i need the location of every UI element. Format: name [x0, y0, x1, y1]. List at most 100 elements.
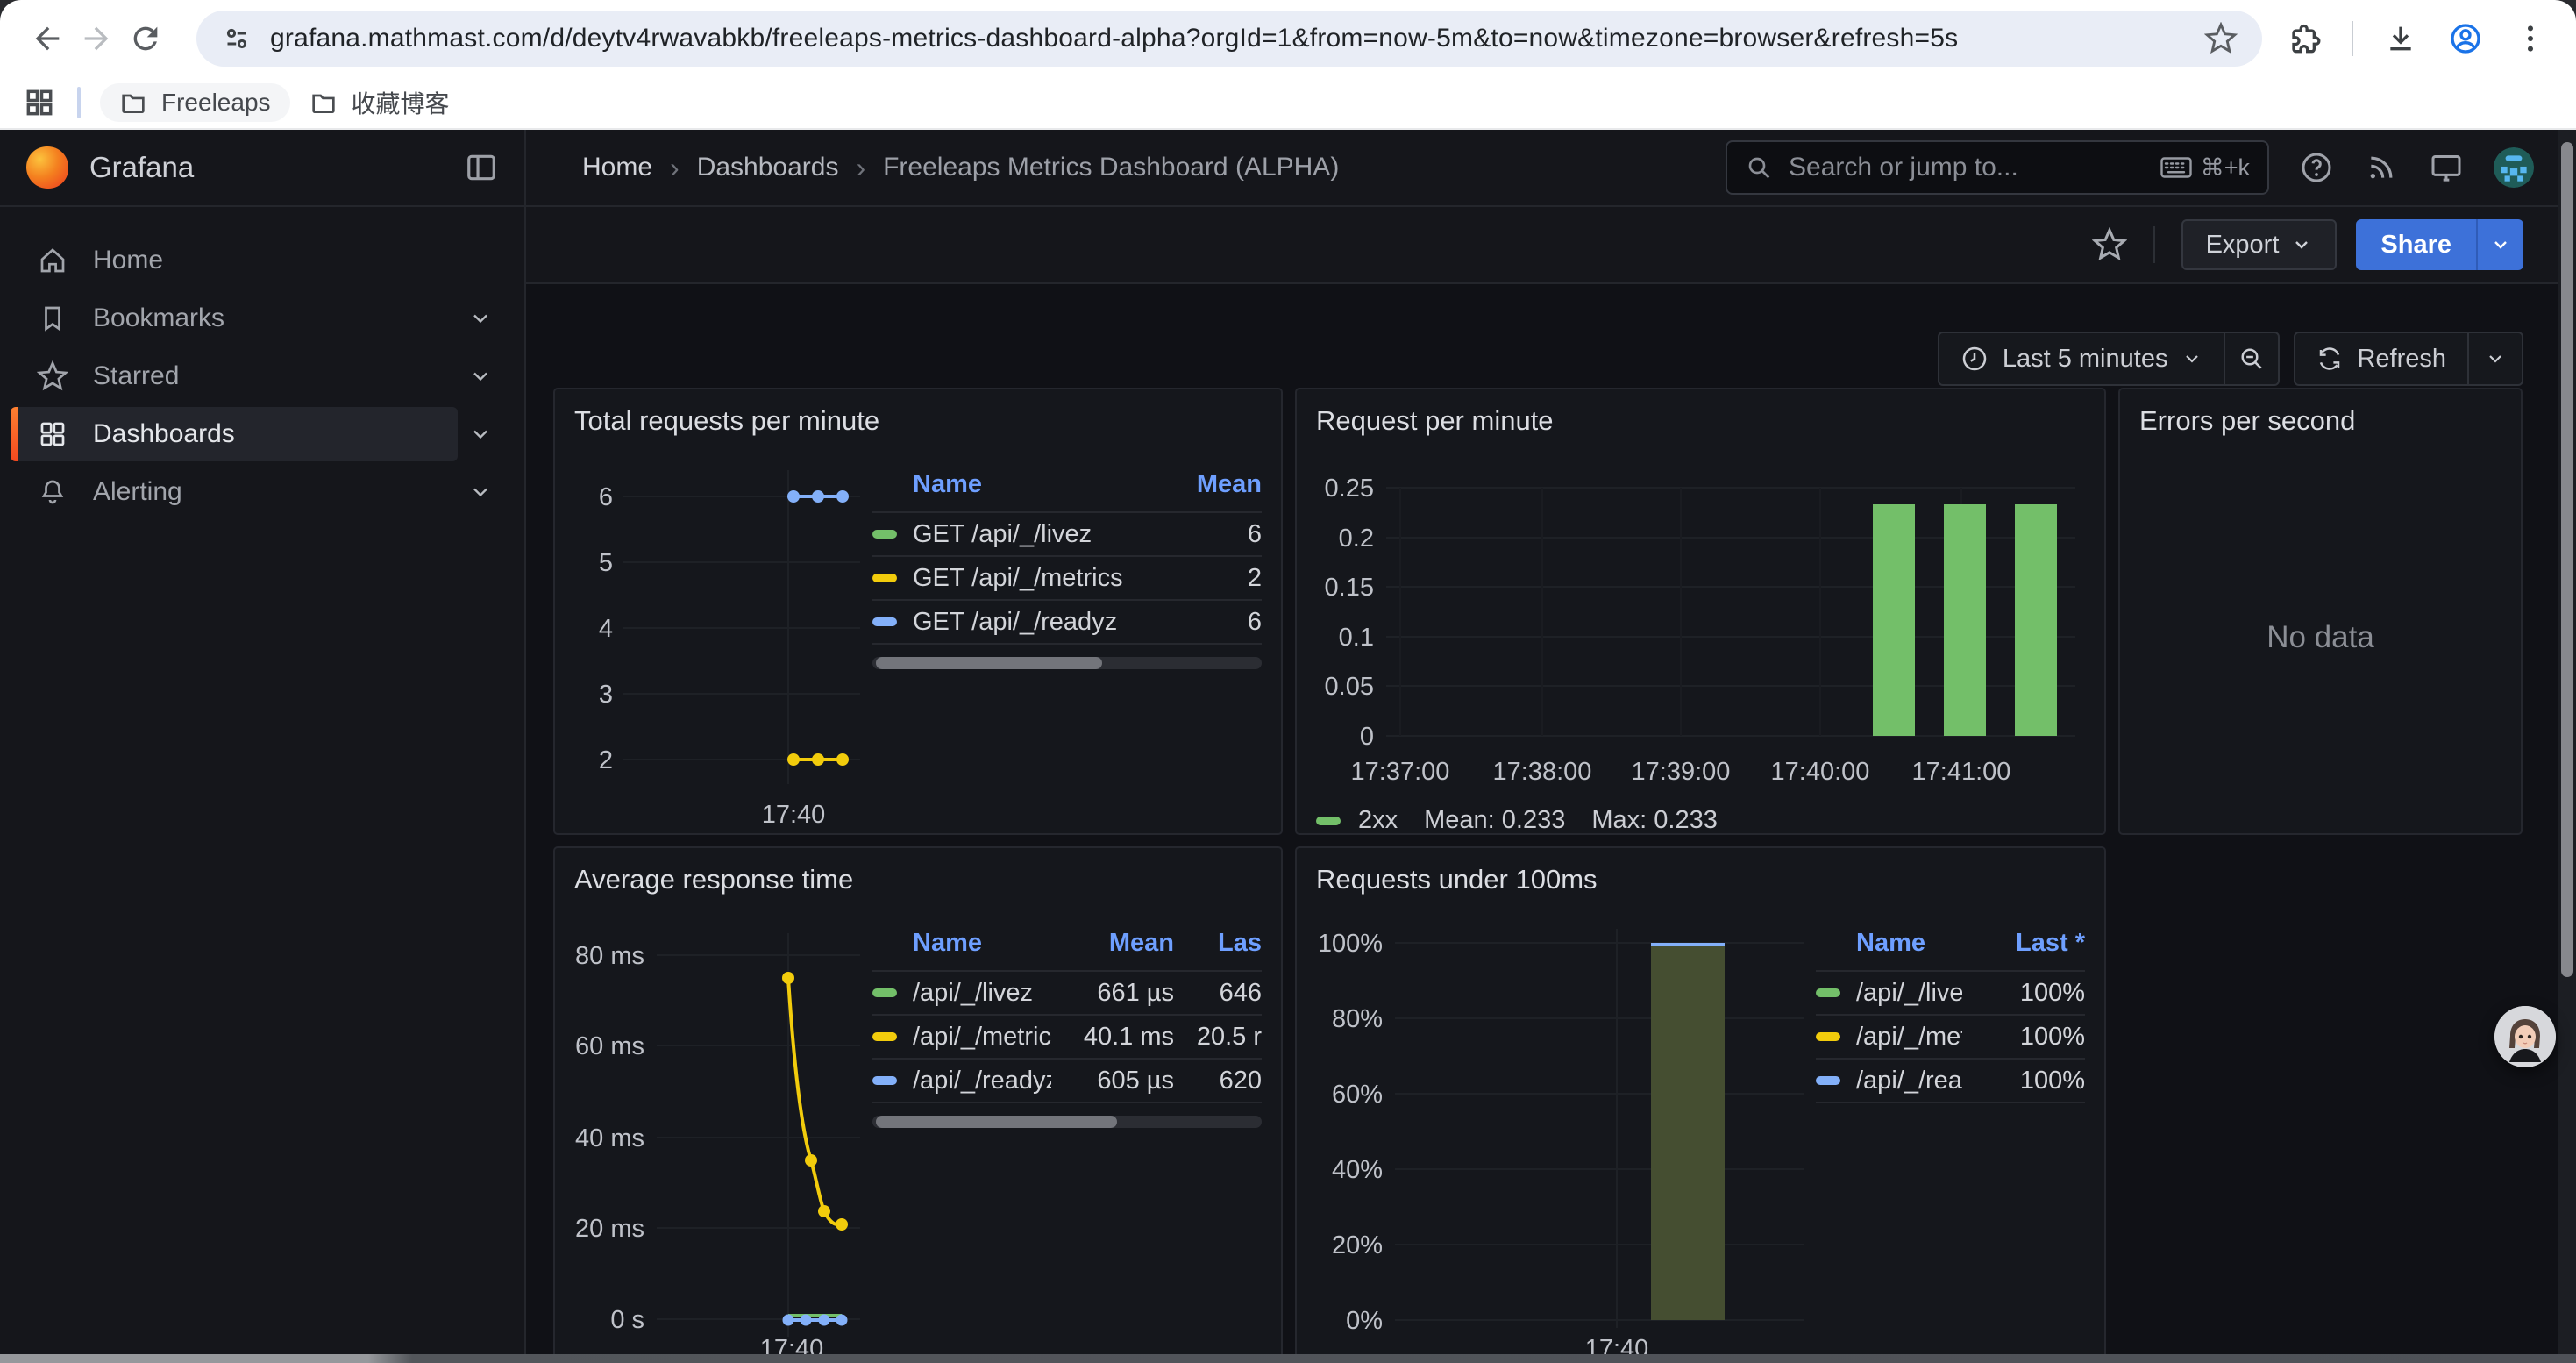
series-color-swatch[interactable] — [1816, 1032, 1840, 1041]
series-color-swatch[interactable] — [872, 574, 897, 582]
series-last: 20.5 r — [1174, 1023, 1262, 1052]
time-range-picker[interactable]: Last 5 minutes — [1939, 333, 2224, 384]
series-color-swatch[interactable] — [872, 617, 897, 626]
legend-header-last[interactable]: Las — [1174, 929, 1262, 958]
panel-title[interactable]: Errors per second — [2139, 405, 2501, 437]
avg-response-time-chart: 80 ms 60 ms 40 ms 20 ms 0 s — [574, 903, 864, 1363]
y-tick: 3 — [599, 681, 613, 709]
share-dropdown-button[interactable] — [2476, 219, 2523, 270]
address-bar[interactable]: grafana.mathmast.com/d/deytv4rwavabkb/fr… — [196, 11, 2262, 67]
legend-header-name[interactable]: Name — [913, 470, 1139, 499]
legend-scrollbar-thumb[interactable] — [876, 657, 1102, 669]
legend-header-mean[interactable]: Mean — [1051, 929, 1174, 958]
panel-errors-per-second[interactable]: Errors per second No data — [2118, 388, 2523, 835]
legend-row[interactable]: /api/_/readyz 605 µs 620 — [872, 1058, 1262, 1102]
total-requests-chart: 6 5 4 3 2 — [574, 444, 864, 834]
legend-row[interactable]: /api/_/livez 661 µs 646 — [872, 970, 1262, 1014]
sidebar-toggle-button[interactable] — [465, 151, 498, 184]
series-color-swatch[interactable] — [872, 988, 897, 997]
chevron-down-icon — [2485, 348, 2506, 369]
help-button[interactable] — [2299, 150, 2334, 185]
refresh-interval-dropdown[interactable] — [2467, 333, 2522, 384]
panel-total-requests[interactable]: Total requests per minute 6 — [553, 388, 1283, 835]
sidebar-item-alerting[interactable]: Alerting — [0, 463, 524, 521]
site-settings-icon[interactable] — [221, 23, 253, 54]
bookmark-star-icon[interactable] — [2204, 22, 2238, 55]
series-color-swatch[interactable] — [872, 1032, 897, 1041]
grafana-app: Grafana Home Bookmarks — [0, 130, 2576, 1363]
sidebar-item-home[interactable]: Home — [0, 232, 524, 289]
breadcrumb-dashboards[interactable]: Dashboards — [697, 153, 839, 182]
series-name: /api/_/metrics — [913, 1023, 1051, 1052]
series-mean: 605 µs — [1051, 1067, 1174, 1095]
downloads-icon[interactable] — [2383, 21, 2418, 56]
legend-row[interactable]: GET /api/_/livez 6 — [872, 511, 1262, 555]
legend-row[interactable]: /api/_/metrics 100% — [1816, 1014, 2085, 1058]
chevron-down-icon[interactable] — [468, 306, 493, 331]
user-avatar[interactable] — [2494, 147, 2534, 188]
series-color-swatch[interactable] — [872, 530, 897, 539]
display-button[interactable] — [2429, 150, 2464, 185]
bookmark-folder-freeleaps[interactable]: Freeleaps — [100, 83, 290, 122]
star-icon — [37, 360, 68, 392]
share-label[interactable]: Share — [2356, 219, 2476, 270]
url-text[interactable]: grafana.mathmast.com/d/deytv4rwavabkb/fr… — [270, 24, 2187, 54]
legend-header-name[interactable]: Name — [1856, 929, 1962, 958]
chevron-down-icon[interactable] — [468, 422, 493, 446]
profile-icon[interactable] — [2448, 21, 2483, 56]
refresh-icon — [2316, 346, 2343, 372]
news-button[interactable] — [2364, 150, 2399, 185]
breadcrumb-home[interactable]: Home — [582, 153, 652, 182]
legend-scrollbar-thumb[interactable] — [876, 1116, 1117, 1128]
toolbar-divider — [2153, 226, 2155, 263]
panel-title[interactable]: Request per minute — [1316, 405, 2085, 437]
reload-button[interactable] — [121, 14, 170, 63]
search-bar[interactable]: ⌘+k — [1726, 140, 2269, 195]
panel-requests-under-100ms[interactable]: Requests under 100ms 100% — [1295, 846, 2106, 1363]
series-name[interactable]: 2xx — [1358, 806, 1398, 835]
sidebar-item-bookmarks[interactable]: Bookmarks — [0, 289, 524, 347]
series-color-swatch[interactable] — [872, 1076, 897, 1085]
floating-assistant-avatar[interactable] — [2494, 1006, 2556, 1067]
series-color-swatch[interactable] — [1816, 1076, 1840, 1085]
legend-scrollbar[interactable] — [872, 1116, 1262, 1128]
page-scrollbar[interactable] — [2558, 130, 2576, 1354]
bookmark-folder-blogs[interactable]: 收藏博客 — [290, 80, 469, 125]
panel-avg-response-time[interactable]: Average response time 80 ms — [553, 846, 1283, 1363]
legend-row[interactable]: GET /api/_/metrics 2 — [872, 555, 1262, 599]
legend-header-name[interactable]: Name — [913, 929, 1051, 958]
sidebar-item-dashboards[interactable]: Dashboards — [0, 405, 524, 463]
legend-header-mean[interactable]: Mean — [1139, 470, 1262, 499]
legend-row[interactable]: GET /api/_/readyz 6 — [872, 599, 1262, 643]
chevron-down-icon[interactable] — [468, 480, 493, 504]
panel-title[interactable]: Average response time — [574, 864, 1262, 896]
legend-header-last[interactable]: Last * — [1962, 929, 2085, 958]
grafana-logo[interactable] — [26, 146, 68, 189]
panel-request-per-minute[interactable]: Request per minute 0.25 — [1295, 388, 2106, 835]
panel-title[interactable]: Total requests per minute — [574, 405, 1262, 437]
bookmarks-bar: Freeleaps 收藏博客 — [0, 77, 2576, 130]
forward-button[interactable] — [72, 14, 121, 63]
legend-row[interactable]: /api/_/readyz 100% — [1816, 1058, 2085, 1102]
favorite-dashboard-button[interactable] — [2092, 227, 2127, 262]
x-tick: 17:37:00 — [1351, 758, 1450, 786]
series-color-swatch[interactable] — [1316, 817, 1341, 825]
legend-scrollbar[interactable] — [872, 657, 1262, 669]
zoom-out-button[interactable] — [2224, 333, 2278, 384]
legend-row[interactable]: /api/_/metrics 40.1 ms 20.5 r — [872, 1014, 1262, 1058]
search-input[interactable] — [1787, 152, 2146, 183]
share-button[interactable]: Share — [2356, 219, 2523, 270]
apps-grid-icon[interactable] — [23, 86, 56, 119]
chevron-down-icon[interactable] — [468, 364, 493, 389]
refresh-button[interactable]: Refresh — [2295, 333, 2467, 384]
page-scrollbar-thumb[interactable] — [2561, 142, 2573, 977]
panel-title[interactable]: Requests under 100ms — [1316, 864, 2085, 896]
export-button[interactable]: Export — [2181, 219, 2338, 270]
back-button[interactable] — [23, 14, 72, 63]
menu-kebab-icon[interactable] — [2513, 21, 2548, 56]
y-tick: 6 — [599, 483, 613, 511]
extensions-icon[interactable] — [2287, 21, 2322, 56]
sidebar-item-starred[interactable]: Starred — [0, 347, 524, 405]
series-color-swatch[interactable] — [1816, 988, 1840, 997]
legend-row[interactable]: /api/_/livez 100% — [1816, 970, 2085, 1014]
